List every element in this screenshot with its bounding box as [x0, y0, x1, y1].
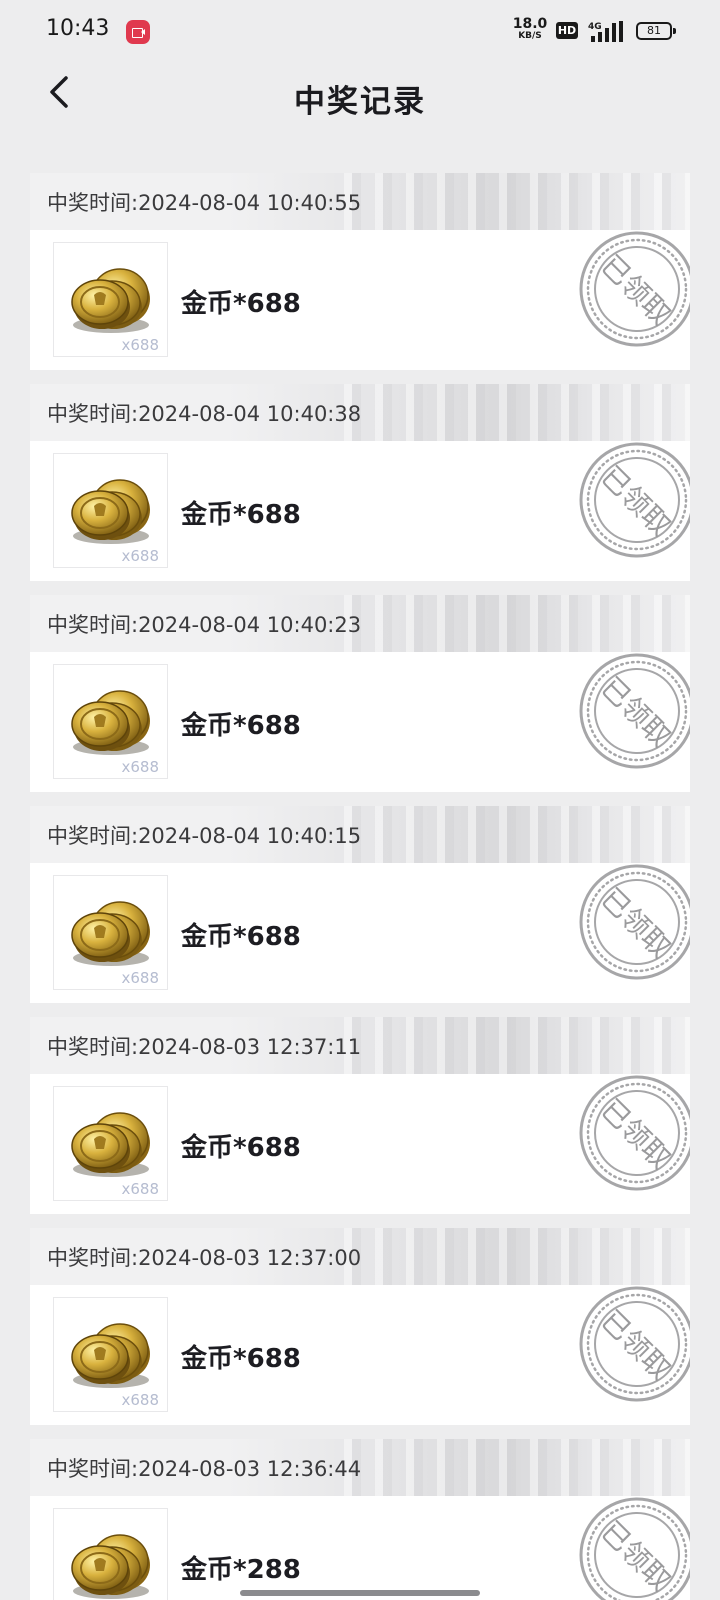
status-time: 10:43 — [46, 16, 110, 41]
prize-name: 金币*688 — [181, 500, 301, 530]
win-time: 中奖时间:2024-08-03 12:37:00 — [47, 1246, 362, 1270]
record-card: 中奖时间:2024-08-04 10:40:55 x688 金币*688 已领取 — [30, 173, 690, 370]
claimed-stamp: 已领取 — [579, 442, 690, 558]
prize-thumbnail: x688 — [53, 1086, 168, 1201]
hd-badge: HD — [556, 22, 578, 39]
record-list[interactable]: 中奖时间:2024-08-04 10:40:55 x688 金币*688 已领取… — [30, 173, 690, 1600]
home-indicator[interactable] — [240, 1590, 480, 1596]
record-card: 中奖时间:2024-08-04 10:40:38 x688 金币*688 已领取 — [30, 384, 690, 581]
network-type-label: 4G — [588, 22, 602, 32]
prize-name: 金币*688 — [181, 1344, 301, 1374]
record-card: 中奖时间:2024-08-03 12:36:44 金币*288 已领取 — [30, 1439, 690, 1600]
signal-icon: 4G — [588, 21, 623, 42]
prize-thumbnail-quantity: x688 — [121, 1391, 159, 1409]
prize-thumbnail: x688 — [53, 1508, 168, 1600]
gold-coin-stack-icon — [71, 479, 150, 544]
battery-indicator: 81 — [636, 22, 676, 40]
win-time: 中奖时间:2024-08-04 10:40:23 — [47, 613, 362, 637]
claimed-stamp: 已领取 — [579, 653, 690, 769]
prize-name: 金币*688 — [181, 1133, 301, 1163]
prize-thumbnail: x688 — [53, 875, 168, 990]
prize-thumbnail-quantity: x688 — [121, 969, 159, 987]
record-card-header: 中奖时间:2024-08-03 12:37:00 — [30, 1228, 690, 1285]
network-speed-value: 18.0 — [512, 16, 548, 32]
claimed-stamp: 已领取 — [579, 1286, 690, 1402]
gold-coin-stack-icon — [71, 268, 150, 333]
record-card: 中奖时间:2024-08-03 12:37:00 x688 金币*688 已领取 — [30, 1228, 690, 1425]
claimed-stamp: 已领取 — [579, 864, 690, 980]
status-bar: 10:43 18.0 KB/S HD 4G 81 — [0, 0, 720, 62]
screen-record-icon — [126, 20, 150, 44]
win-time: 中奖时间:2024-08-03 12:37:11 — [47, 1035, 362, 1059]
win-time: 中奖时间:2024-08-04 10:40:38 — [47, 402, 362, 426]
prize-name: 金币*688 — [181, 711, 301, 741]
win-time: 中奖时间:2024-08-03 12:36:44 — [47, 1457, 362, 1481]
prize-name: 金币*288 — [181, 1555, 301, 1585]
prize-thumbnail: x688 — [53, 453, 168, 568]
record-card-header: 中奖时间:2024-08-04 10:40:38 — [30, 384, 690, 441]
prize-thumbnail: x688 — [53, 1297, 168, 1412]
win-time: 中奖时间:2024-08-04 10:40:55 — [47, 191, 362, 215]
record-card: 中奖时间:2024-08-03 12:37:11 x688 金币*688 已领取 — [30, 1017, 690, 1214]
gold-coin-stack-icon — [71, 690, 150, 755]
claimed-stamp: 已领取 — [579, 1497, 690, 1600]
prize-thumbnail-quantity: x688 — [121, 1180, 159, 1198]
page-title: 中奖记录 — [294, 84, 426, 120]
prize-name: 金币*688 — [181, 289, 301, 319]
record-card: 中奖时间:2024-08-04 10:40:15 x688 金币*688 已领取 — [30, 806, 690, 1003]
prize-name: 金币*688 — [181, 922, 301, 952]
claimed-stamp: 已领取 — [579, 231, 690, 347]
prize-thumbnail-quantity: x688 — [121, 547, 159, 565]
gold-coin-stack-icon — [71, 1534, 150, 1599]
gold-coin-stack-icon — [71, 1323, 150, 1388]
header: 中奖记录 — [0, 62, 720, 124]
prize-thumbnail: x688 — [53, 664, 168, 779]
record-card-header: 中奖时间:2024-08-04 10:40:55 — [30, 173, 690, 230]
network-speed-unit: KB/S — [518, 31, 542, 41]
record-card-header: 中奖时间:2024-08-04 10:40:23 — [30, 595, 690, 652]
record-card-header: 中奖时间:2024-08-04 10:40:15 — [30, 806, 690, 863]
network-speed: 18.0 KB/S — [512, 17, 548, 41]
prize-thumbnail: x688 — [53, 242, 168, 357]
gold-coin-stack-icon — [71, 1112, 150, 1177]
win-time: 中奖时间:2024-08-04 10:40:15 — [47, 824, 362, 848]
record-card-header: 中奖时间:2024-08-03 12:36:44 — [30, 1439, 690, 1496]
prize-thumbnail-quantity: x688 — [121, 336, 159, 354]
record-card-header: 中奖时间:2024-08-03 12:37:11 — [30, 1017, 690, 1074]
record-card: 中奖时间:2024-08-04 10:40:23 x688 金币*688 已领取 — [30, 595, 690, 792]
claimed-stamp: 已领取 — [579, 1075, 690, 1191]
gold-coin-stack-icon — [71, 901, 150, 966]
prize-thumbnail-quantity: x688 — [121, 758, 159, 776]
